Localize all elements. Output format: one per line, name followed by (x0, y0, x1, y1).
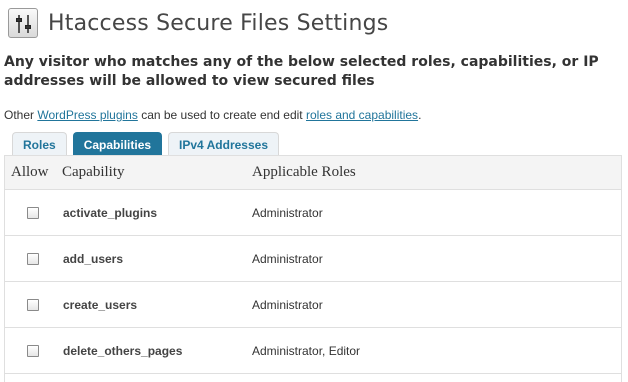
tab-roles[interactable]: Roles (12, 132, 67, 156)
tab-capabilities[interactable]: Capabilities (72, 132, 163, 156)
allow-checkbox[interactable] (27, 298, 39, 311)
table-row: delete_others_pages Administrator, Edito… (5, 328, 621, 374)
allow-checkbox[interactable] (27, 206, 39, 219)
header-applicable-roles: Applicable Roles (252, 164, 356, 180)
roles-capabilities-link[interactable]: roles and capabilities (306, 108, 418, 122)
header-capability: Capability (62, 164, 125, 180)
settings-page: Htaccess Secure Files Settings Any visit… (0, 0, 628, 382)
page-header: Htaccess Secure Files Settings (8, 6, 388, 40)
table-row: add_users Administrator (5, 236, 621, 282)
applicable-roles: Administrator (252, 205, 323, 220)
note-suffix: . (418, 108, 422, 122)
plugin-note: Other WordPress plugins can be used to c… (4, 108, 421, 122)
table-row: activate_plugins Administrator (5, 190, 621, 236)
capability-name: create_users (63, 297, 138, 312)
page-title: Htaccess Secure Files Settings (48, 10, 389, 36)
applicable-roles: Administrator (252, 251, 323, 266)
wordpress-plugins-link[interactable]: WordPress plugins (37, 108, 138, 122)
capability-name: delete_others_pages (63, 343, 183, 358)
header-allow: Allow (11, 164, 49, 180)
capability-name: activate_plugins (63, 205, 158, 220)
tab-ipv4-addresses[interactable]: IPv4 Addresses (168, 132, 279, 156)
tab-bar: Roles Capabilities IPv4 Addresses (12, 132, 279, 156)
note-prefix: Other (4, 108, 38, 122)
note-middle: can be used to create end edit (137, 108, 306, 122)
capability-name: add_users (63, 251, 124, 266)
table-row: create_users Administrator (5, 282, 621, 328)
applicable-roles: Administrator, Editor (252, 343, 361, 358)
allow-checkbox[interactable] (27, 252, 39, 265)
settings-sliders-icon (8, 8, 38, 38)
applicable-roles: Administrator (252, 297, 323, 312)
table-header-row: Allow Capability Applicable Roles (5, 156, 621, 190)
capabilities-table: Allow Capability Applicable Roles activa… (4, 155, 622, 382)
allow-checkbox[interactable] (27, 344, 39, 357)
intro-text: Any visitor who matches any of the below… (4, 54, 599, 89)
